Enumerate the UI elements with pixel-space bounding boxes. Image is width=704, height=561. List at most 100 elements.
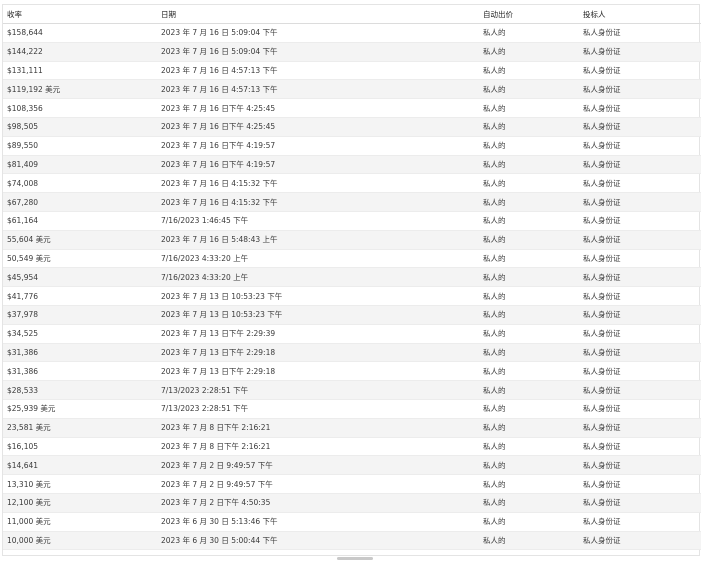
bid-amount: $34,525 xyxy=(3,324,157,344)
bid-amount: 55,604 美元 xyxy=(3,230,157,250)
bidder-id: 私人身份证 xyxy=(579,324,701,344)
bid-amount: $41,776 xyxy=(3,286,157,306)
bid-amount: $61,164 xyxy=(3,211,157,231)
table-row: 10,000 美元 2023 年 6 月 30 日 5:00:44 下午 私人的 私人… xyxy=(3,531,701,551)
table-row: $14,641 2023 年 7 月 2 日 9:49:57 下午 私人的 私人身份证 xyxy=(3,455,701,476)
bidder-id: 私人身份证 xyxy=(579,23,701,43)
table-row: $98,505 2023 年 7 月 16 日下午 4:25:45 私人的 私人身份证 xyxy=(3,117,701,137)
bid-date: 2023 年 7 月 8 日下午 2:16:21 xyxy=(157,418,479,438)
bid-date: 2023 年 7 月 16 日下午 4:19:57 xyxy=(157,136,479,156)
table-row: 50,549 美元 7/16/2023 4:33:20 上午 私人的 私人身份证 xyxy=(3,249,701,269)
auto-bid-value: 私人的 xyxy=(479,474,579,494)
bid-amount: $31,386 xyxy=(3,361,157,382)
auto-bid-value: 私人的 xyxy=(479,230,579,250)
auto-bid-value: 私人的 xyxy=(479,343,579,363)
bid-amount: 13,310 美元 xyxy=(3,474,157,494)
table-row: 11,000 美元 2023 年 6 月 30 日 5:13:46 下午 私人的 私人… xyxy=(3,512,701,532)
bidder-id: 私人身份证 xyxy=(579,512,701,532)
table-row: $108,356 2023 年 7 月 16 日下午 4:25:45 私人的 私人身份… xyxy=(3,98,701,118)
table-row: $41,776 2023 年 7 月 13 日 10:53:23 下午 私人的 私人身… xyxy=(3,286,701,306)
bidder-id: 私人身份证 xyxy=(579,42,701,62)
bid-amount: $14,641 xyxy=(3,455,157,476)
bid-date: 2023 年 7 月 13 日下午 2:29:18 xyxy=(157,343,479,363)
table-row: $16,105 2023 年 7 月 8 日下午 2:16:21 私人的 私人身份证 xyxy=(3,437,701,457)
table-body: $158,644 2023 年 7 月 16 日 5:09:04 下午 私人的 私人身… xyxy=(3,23,701,551)
bid-amount: $28,533 xyxy=(3,380,157,400)
auto-bid-value: 私人的 xyxy=(479,380,579,400)
auto-bid-value: 私人的 xyxy=(479,267,579,288)
bid-amount: 11,000 美元 xyxy=(3,512,157,532)
bidder-id: 私人身份证 xyxy=(579,437,701,457)
bid-amount: $16,105 xyxy=(3,437,157,457)
bidder-id: 私人身份证 xyxy=(579,173,701,194)
bid-amount: 23,581 美元 xyxy=(3,418,157,438)
bid-date: 2023 年 7 月 16 日 5:09:04 下午 xyxy=(157,23,479,43)
bid-date: 2023 年 7 月 16 日 5:48:43 上午 xyxy=(157,230,479,250)
table-row: $158,644 2023 年 7 月 16 日 5:09:04 下午 私人的 私人身… xyxy=(3,23,701,43)
horizontal-scrollbar[interactable] xyxy=(337,557,373,560)
auto-bid-value: 私人的 xyxy=(479,531,579,551)
bid-amount: $108,356 xyxy=(3,98,157,118)
auto-bid-value: 私人的 xyxy=(479,418,579,438)
bidder-id: 私人身份证 xyxy=(579,305,701,325)
bid-amount: 12,100 美元 xyxy=(3,493,157,513)
table-row: 23,581 美元 2023 年 7 月 8 日下午 2:16:21 私人的 私人身份… xyxy=(3,418,701,438)
bidder-id: 私人身份证 xyxy=(579,493,701,513)
bidder-id: 私人身份证 xyxy=(579,267,701,288)
bid-date: 2023 年 7 月 16 日 5:09:04 下午 xyxy=(157,42,479,62)
bid-amount: $67,280 xyxy=(3,192,157,212)
bid-date: 2023 年 7 月 16 日 4:15:32 下午 xyxy=(157,192,479,212)
table-row: $81,409 2023 年 7 月 16 日下午 4:19:57 私人的 私人身份证 xyxy=(3,155,701,175)
auto-bid-value: 私人的 xyxy=(479,117,579,137)
column-header-date[interactable]: 日期 xyxy=(157,5,479,24)
column-header-bidder[interactable]: 投标人 xyxy=(579,5,701,24)
bidder-id: 私人身份证 xyxy=(579,211,701,231)
table-row: $34,525 2023 年 7 月 13 日下午 2:29:39 私人的 私人身份证 xyxy=(3,324,701,344)
auto-bid-value: 私人的 xyxy=(479,211,579,231)
bid-date: 2023 年 7 月 2 日 9:49:57 下午 xyxy=(157,474,479,494)
bid-amount: 10,000 美元 xyxy=(3,531,157,551)
bid-amount: $45,954 xyxy=(3,267,157,288)
auto-bid-value: 私人的 xyxy=(479,98,579,118)
auto-bid-value: 私人的 xyxy=(479,42,579,62)
bid-amount: $131,111 xyxy=(3,61,157,81)
bidder-id: 私人身份证 xyxy=(579,380,701,400)
table-row: $61,164 7/16/2023 1:46:45 下午 私人的 私人身份证 xyxy=(3,211,701,231)
bid-date: 7/16/2023 4:33:20 上午 xyxy=(157,249,479,269)
bid-date: 2023 年 7 月 2 日下午 4:50:35 xyxy=(157,493,479,513)
bid-date: 2023 年 7 月 16 日 4:15:32 下午 xyxy=(157,173,479,194)
table-row: $144,222 2023 年 7 月 16 日 5:09:04 下午 私人的 私人身… xyxy=(3,42,701,62)
bidder-id: 私人身份证 xyxy=(579,136,701,156)
bid-amount: $81,409 xyxy=(3,155,157,175)
bid-amount: $89,550 xyxy=(3,136,157,156)
table-row: $89,550 2023 年 7 月 16 日下午 4:19:57 私人的 私人身份证 xyxy=(3,136,701,156)
auto-bid-value: 私人的 xyxy=(479,361,579,382)
auto-bid-value: 私人的 xyxy=(479,305,579,325)
table-header-row: 收率 日期 自动出价 投标人 xyxy=(3,5,701,24)
bid-date: 2023 年 7 月 16 日 4:57:13 下午 xyxy=(157,79,479,100)
auto-bid-value: 私人的 xyxy=(479,173,579,194)
column-header-amount[interactable]: 收率 xyxy=(3,5,157,24)
bid-history-table: 收率 日期 自动出价 投标人 $158,644 2023 年 7 月 16 日 5:09… xyxy=(3,5,701,551)
bid-history-panel: 收率 日期 自动出价 投标人 $158,644 2023 年 7 月 16 日 5:09… xyxy=(2,4,701,556)
table-row: 12,100 美元 2023 年 7 月 2 日下午 4:50:35 私人的 私人身份… xyxy=(3,493,701,513)
bid-date: 2023 年 6 月 30 日 5:00:44 下午 xyxy=(157,531,479,551)
bid-amount: $158,644 xyxy=(3,23,157,43)
bid-amount: $144,222 xyxy=(3,42,157,62)
bidder-id: 私人身份证 xyxy=(579,343,701,363)
bid-date: 7/13/2023 2:28:51 下午 xyxy=(157,399,479,419)
bidder-id: 私人身份证 xyxy=(579,230,701,250)
bid-date: 2023 年 7 月 16 日下午 4:25:45 xyxy=(157,98,479,118)
bid-date: 2023 年 7 月 13 日 10:53:23 下午 xyxy=(157,305,479,325)
bid-amount: $37,978 xyxy=(3,305,157,325)
column-header-auto-bid[interactable]: 自动出价 xyxy=(479,5,579,24)
bid-date: 7/16/2023 1:46:45 下午 xyxy=(157,211,479,231)
bidder-id: 私人身份证 xyxy=(579,192,701,212)
auto-bid-value: 私人的 xyxy=(479,79,579,100)
bid-date: 2023 年 7 月 13 日 10:53:23 下午 xyxy=(157,286,479,306)
bidder-id: 私人身份证 xyxy=(579,286,701,306)
table-row: 13,310 美元 2023 年 7 月 2 日 9:49:57 下午 私人的 私人身… xyxy=(3,474,701,494)
table-row: $67,280 2023 年 7 月 16 日 4:15:32 下午 私人的 私人身份… xyxy=(3,192,701,212)
bid-amount: $98,505 xyxy=(3,117,157,137)
bidder-id: 私人身份证 xyxy=(579,117,701,137)
